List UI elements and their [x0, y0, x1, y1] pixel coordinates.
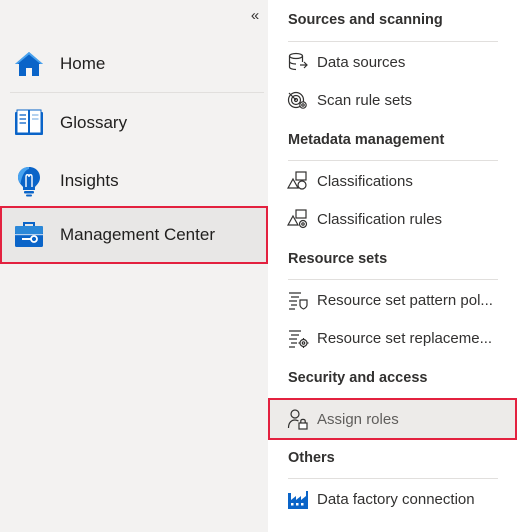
link-label: Resource set replaceme... — [317, 329, 493, 347]
factory-icon — [286, 487, 310, 511]
link-scan-rule-sets[interactable]: Scan rule sets — [268, 81, 518, 119]
link-label: Classification rules — [317, 210, 443, 228]
nav-item-home[interactable]: Home — [0, 35, 268, 93]
link-assign-roles[interactable]: Assign roles — [268, 398, 517, 440]
section-heading-metadata-management: Metadata management — [288, 132, 445, 148]
home-icon — [13, 48, 45, 80]
nav-item-insights[interactable]: Insights — [0, 152, 268, 210]
resource-pattern-icon — [286, 288, 310, 312]
link-resource-set-replacement[interactable]: Resource set replaceme... — [268, 319, 518, 357]
link-label: Data factory connection — [317, 490, 475, 508]
link-resource-set-pattern-policies[interactable]: Resource set pattern pol... — [268, 281, 518, 319]
section-heading-others: Others — [288, 450, 335, 466]
left-navigation: « Home Glossary Insights Management Cent… — [0, 0, 268, 532]
database-icon — [286, 50, 310, 74]
nav-item-label: Management Center — [60, 225, 215, 244]
classification-icon — [286, 169, 310, 193]
resource-replace-icon — [286, 326, 310, 350]
link-label: Assign roles — [317, 410, 399, 428]
section-heading-resource-sets: Resource sets — [288, 251, 388, 267]
link-label: Data sources — [317, 53, 406, 71]
management-center-flyout: Sources and scanning Data sources Scan r… — [268, 0, 518, 532]
link-data-factory-connection[interactable]: Data factory connection — [268, 480, 518, 518]
section-heading-security-access: Security and access — [288, 370, 428, 386]
nav-item-label: Glossary — [60, 113, 128, 132]
section-heading-sources-scanning: Sources and scanning — [288, 12, 443, 28]
nav-divider — [10, 92, 264, 93]
nav-item-label: Home — [60, 54, 106, 73]
link-label: Scan rule sets — [317, 91, 413, 109]
link-classification-rules[interactable]: Classification rules — [268, 200, 518, 238]
link-label: Classifications — [317, 172, 413, 190]
section-divider — [288, 41, 498, 42]
link-data-sources[interactable]: Data sources — [268, 43, 518, 81]
link-classifications[interactable]: Classifications — [268, 162, 518, 200]
collapse-nav-button[interactable]: « — [244, 6, 264, 26]
section-divider — [288, 478, 498, 479]
classification-rule-icon — [286, 207, 310, 231]
section-divider — [288, 160, 498, 161]
glossary-book-icon — [13, 107, 45, 139]
section-divider — [288, 279, 498, 280]
person-lock-icon — [286, 407, 310, 431]
link-label: Resource set pattern pol... — [317, 291, 493, 309]
toolbox-icon — [13, 219, 45, 251]
scan-rule-icon — [286, 88, 310, 112]
nav-item-glossary[interactable]: Glossary — [0, 94, 268, 152]
nav-item-management-center[interactable]: Management Center — [0, 206, 268, 264]
nav-item-label: Insights — [60, 171, 119, 190]
insights-lightbulb-icon — [13, 165, 45, 197]
